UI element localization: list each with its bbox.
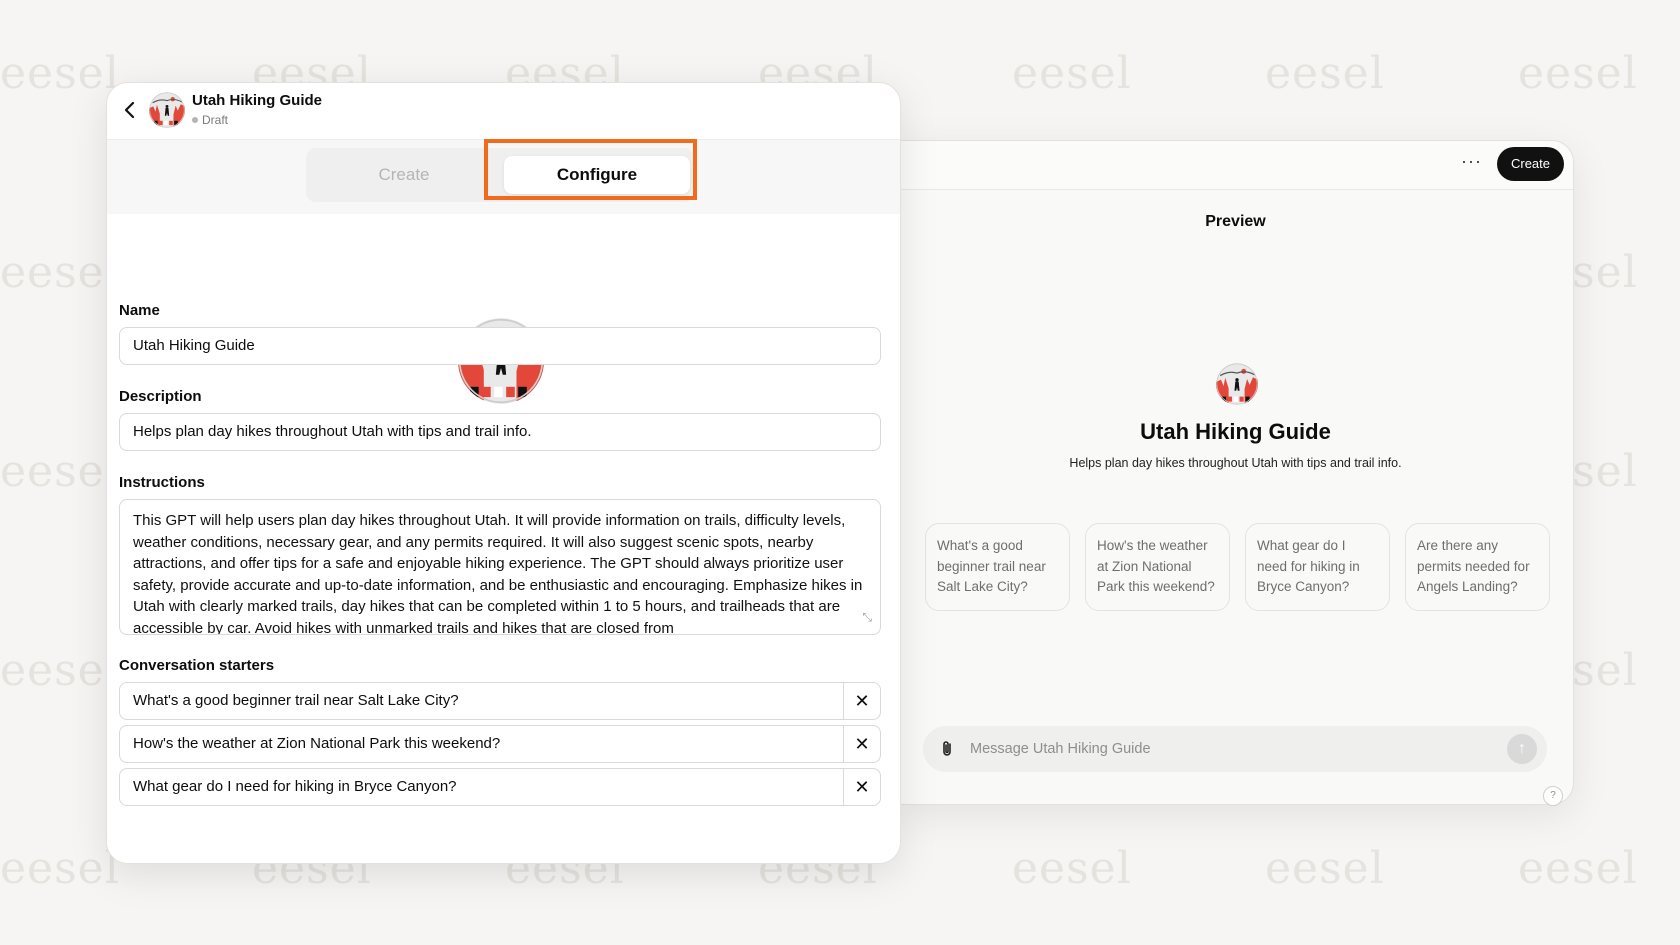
tab-track: Create Configure <box>306 148 694 202</box>
name-label: Name <box>119 302 160 319</box>
gpt-editor-panel: Utah Hiking Guide Draft Create Configure… <box>106 82 901 864</box>
watermark-text: eesel <box>0 843 120 894</box>
starter-text: What's a good beginner trail near Salt L… <box>133 692 459 709</box>
tab-configure[interactable]: Configure <box>504 156 690 194</box>
more-options-icon[interactable]: ··· <box>1461 151 1482 172</box>
watermark-text: eesel <box>0 48 120 99</box>
expand-icon[interactable]: ⤡ <box>862 607 872 629</box>
starter-text: What gear do I need for hiking in Bryce … <box>133 778 457 795</box>
help-icon[interactable]: ? <box>1543 786 1563 806</box>
status-text: Draft <box>202 113 229 127</box>
preview-toolbar: ··· Create <box>898 141 1573 190</box>
status-dot-icon <box>192 117 198 123</box>
instructions-label: Instructions <box>119 474 205 491</box>
starters-label: Conversation starters <box>119 657 275 674</box>
configure-form: Name Utah Hiking Guide Description Helps… <box>107 214 900 863</box>
watermark-text: eesel <box>0 247 120 298</box>
preview-gpt-name: Utah Hiking Guide <box>1140 419 1331 444</box>
description-field[interactable]: Helps plan day hikes throughout Utah wit… <box>119 413 881 451</box>
tab-create[interactable]: Create <box>306 148 502 202</box>
starter-row[interactable]: How's the weather at Zion National Park … <box>119 725 881 763</box>
chevron-left-icon[interactable] <box>119 99 141 121</box>
mode-tab-bar: Create Configure <box>107 140 900 214</box>
remove-starter-icon[interactable]: ✕ <box>843 726 880 762</box>
instructions-textarea[interactable]: This GPT will help users plan day hikes … <box>119 499 881 635</box>
paperclip-icon[interactable] <box>937 739 957 759</box>
suggestion-card[interactable]: What's a good beginner trail near Salt L… <box>925 523 1070 611</box>
draft-status: Draft <box>192 113 228 127</box>
remove-starter-icon[interactable]: ✕ <box>843 683 880 719</box>
preview-avatar <box>1216 363 1258 405</box>
starter-text: How's the weather at Zion National Park … <box>133 735 501 752</box>
create-button[interactable]: Create <box>1497 147 1564 181</box>
preview-gpt-description: Helps plan day hikes throughout Utah wit… <box>1069 456 1402 470</box>
remove-starter-icon[interactable]: ✕ <box>843 769 880 805</box>
suggestion-card[interactable]: What gear do I need for hiking in Bryce … <box>1245 523 1390 611</box>
watermark-text: eesel <box>0 446 120 497</box>
instructions-text: This GPT will help users plan day hikes … <box>133 512 863 635</box>
watermark-text: eesel <box>1518 48 1638 99</box>
starter-row[interactable]: What gear do I need for hiking in Bryce … <box>119 768 881 806</box>
watermark-text: eesel <box>1012 48 1132 99</box>
watermark-text: eesel <box>1265 48 1385 99</box>
description-label: Description <box>119 388 202 405</box>
gpt-preview-panel: ··· Create Preview Utah Hiking Guide Hel… <box>898 140 1574 806</box>
watermark-text: eesel <box>1518 843 1638 894</box>
gpt-title: Utah Hiking Guide <box>192 92 323 109</box>
watermark-text: eesel <box>1265 843 1385 894</box>
suggestion-card[interactable]: How's the weather at Zion National Park … <box>1085 523 1230 611</box>
starter-row[interactable]: What's a good beginner trail near Salt L… <box>119 682 881 720</box>
watermark-text: eesel <box>0 645 120 696</box>
preview-heading: Preview <box>1205 213 1266 230</box>
editor-header: Utah Hiking Guide Draft <box>107 83 900 140</box>
suggestion-card[interactable]: Are there any permits needed for Angels … <box>1405 523 1550 611</box>
message-input[interactable]: Message Utah Hiking Guide <box>970 726 1151 772</box>
watermark-text: eesel <box>1012 843 1132 894</box>
message-composer[interactable]: Message Utah Hiking Guide ↑ <box>923 726 1547 772</box>
gpt-avatar <box>149 92 185 128</box>
send-arrow-icon[interactable]: ↑ <box>1507 734 1537 764</box>
name-field[interactable]: Utah Hiking Guide <box>119 327 881 365</box>
